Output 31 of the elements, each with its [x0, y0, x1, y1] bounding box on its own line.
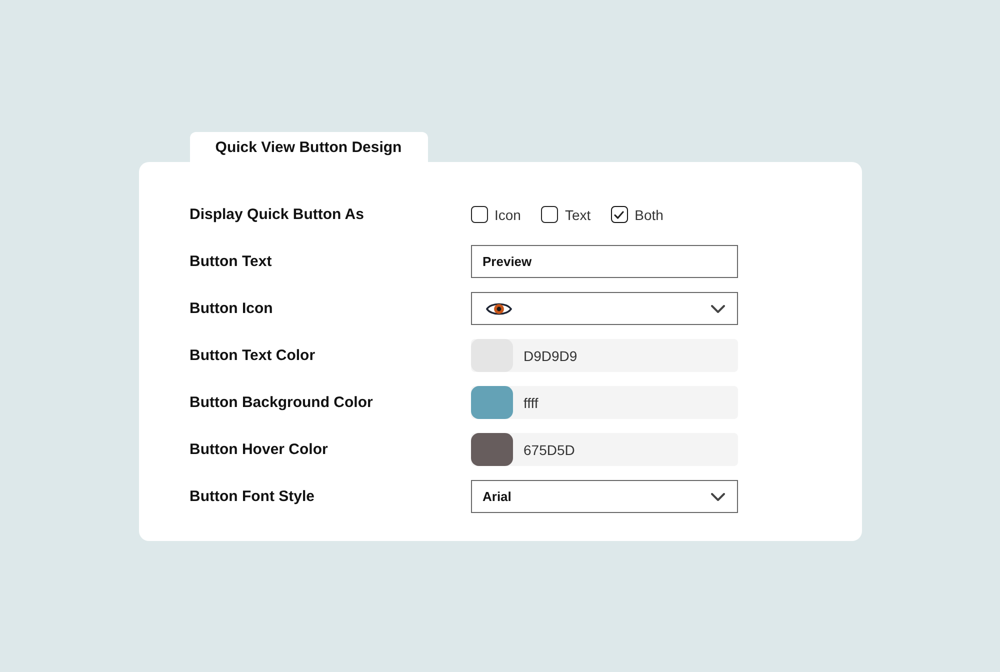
setting-label: Button Text Color — [190, 347, 316, 364]
setting-label: Button Icon — [190, 300, 273, 317]
color-swatch[interactable] — [470, 339, 512, 372]
color-value: 675D5D — [524, 442, 575, 458]
chevron-down-icon — [710, 304, 724, 312]
color-value: ffff — [524, 394, 538, 410]
checkbox[interactable] — [610, 206, 628, 223]
checkbox-label[interactable]: Icon — [494, 206, 521, 222]
setting-label: Button Text — [190, 253, 272, 270]
font-select[interactable]: Arial — [470, 480, 738, 513]
color-input[interactable]: D9D9D9 — [470, 339, 738, 372]
setting-label: Button Hover Color — [190, 441, 328, 458]
section-tab[interactable]: Quick View Button Design — [190, 132, 428, 162]
icon-select[interactable] — [470, 292, 738, 325]
checkbox[interactable] — [540, 206, 558, 223]
setting-label: Display Quick Button As — [190, 206, 364, 223]
eye-icon — [486, 300, 512, 316]
setting-label: Button Background Color — [190, 394, 373, 411]
color-input[interactable]: ffff — [470, 386, 738, 419]
checkmark-icon — [614, 210, 624, 218]
setting-label: Button Font Style — [190, 488, 314, 505]
color-swatch[interactable] — [470, 433, 512, 466]
color-input[interactable]: 675D5D — [470, 433, 738, 466]
color-value: D9D9D9 — [524, 348, 578, 364]
checkbox-label[interactable]: Both — [634, 206, 664, 222]
checkbox[interactable] — [470, 206, 488, 223]
chevron-down-icon — [710, 492, 724, 500]
color-swatch[interactable] — [470, 386, 512, 419]
checkbox-label[interactable]: Text — [564, 206, 591, 222]
select-value: Arial — [482, 489, 512, 504]
text-input[interactable]: Preview — [470, 245, 738, 278]
